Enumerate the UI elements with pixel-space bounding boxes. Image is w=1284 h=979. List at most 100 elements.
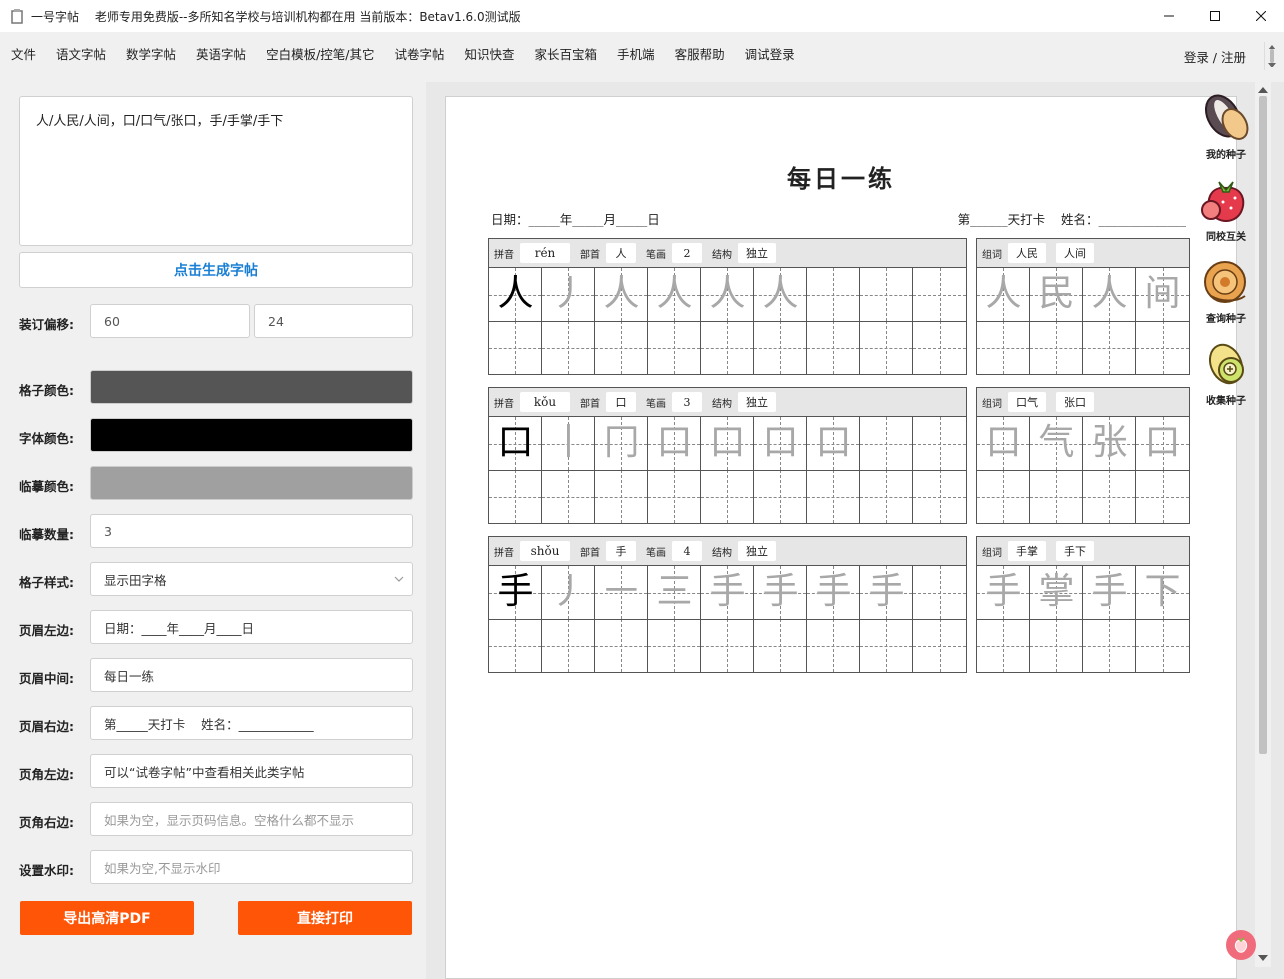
scroll-thumb[interactable] xyxy=(1259,96,1267,754)
grid-guide-v xyxy=(515,619,516,672)
maximize-button[interactable] xyxy=(1192,0,1238,32)
word-info-bar: 组词 手掌 手下 xyxy=(977,537,1189,566)
print-button[interactable]: 直接打印 xyxy=(238,901,412,935)
sunflower-seed-icon xyxy=(1204,94,1249,140)
grid-guide-v xyxy=(1109,619,1110,672)
menu-templates[interactable]: 空白模板/控笔/其它 xyxy=(266,44,374,63)
practice-char: 丨 xyxy=(550,422,587,463)
radical-label: 部首 xyxy=(580,547,600,559)
grid-guide-v xyxy=(886,268,887,321)
header-center-input[interactable]: 每日一练 xyxy=(90,658,413,692)
grid-guide-v xyxy=(1109,321,1110,374)
grid-guide-v xyxy=(1162,619,1164,672)
menu-file[interactable]: 文件 xyxy=(11,44,36,63)
binding-offset-label: 装订偏移: xyxy=(19,317,74,332)
collect-seeds-button[interactable]: 收集种子 xyxy=(1198,338,1254,407)
grid-guide-v xyxy=(886,470,887,523)
menu-mobile[interactable]: 手机端 xyxy=(617,44,655,63)
header-center-label: 页眉中间: xyxy=(19,671,74,686)
header-left-label: 页眉左边: xyxy=(19,623,74,638)
school-follow-button[interactable]: 同校互关 xyxy=(1198,174,1254,243)
menu-chinese[interactable]: 语文字帖 xyxy=(56,44,106,63)
practice-char: 手 xyxy=(815,571,852,612)
menu-math[interactable]: 数学字帖 xyxy=(126,44,176,63)
tian-grid: 口气张口 xyxy=(977,417,1189,523)
grid-color-picker[interactable] xyxy=(90,370,413,404)
practice-char: 人 xyxy=(497,273,534,314)
binding-offset-x-input[interactable]: 60 xyxy=(90,304,250,338)
strawberry-icon xyxy=(1201,181,1245,222)
grid-guide-v xyxy=(674,321,675,374)
menu-knowledge[interactable]: 知识快查 xyxy=(465,44,515,63)
word-info-bar: 组词 口气 张口 xyxy=(977,388,1189,417)
footer-right-label: 页角右边: xyxy=(19,815,74,830)
menu-exam[interactable]: 试卷字帖 xyxy=(395,44,445,63)
grid-guide-v xyxy=(674,470,675,523)
words-label: 组词 xyxy=(982,249,1002,261)
grid-guide-v xyxy=(833,470,834,523)
generate-button[interactable]: 点击生成字帖 xyxy=(19,252,413,288)
structure-label: 结构 xyxy=(712,249,732,261)
footer-right-input[interactable]: 如果为空，显示页码信息。空格什么都不显示 xyxy=(90,802,413,836)
add-seed-icon xyxy=(1208,343,1244,385)
binding-offset-y-input[interactable]: 24 xyxy=(254,304,413,338)
grid-guide-v xyxy=(1162,321,1164,374)
header-left-input[interactable]: 日期：____年____月____日 xyxy=(90,610,413,644)
minimize-button[interactable] xyxy=(1146,0,1192,32)
export-pdf-button[interactable]: 导出高清PDF xyxy=(20,901,194,935)
char-info-bar: 拼音 kǒu 部首口笔画 3 结构 独立 xyxy=(489,388,966,417)
menu-parents[interactable]: 家长百宝箱 xyxy=(535,44,598,63)
app-name: 一号字帖 xyxy=(31,9,80,24)
grid-guide-v xyxy=(621,321,622,374)
footer-left-input[interactable]: 可以“试卷字帖”中查看相关此类字帖 xyxy=(90,754,413,788)
app-logo-icon xyxy=(9,8,25,24)
practice-char: 手 xyxy=(709,571,746,612)
structure-value: 独立 xyxy=(738,392,776,412)
grid-guide-v xyxy=(886,619,887,672)
query-seeds-button[interactable]: 查询种子 xyxy=(1198,256,1254,325)
grid-guide-v xyxy=(833,268,834,321)
word-block: 组词 人民 人间人民人间 xyxy=(976,238,1190,375)
grid-guide-v xyxy=(515,470,516,523)
login-register-link[interactable]: 登录 / 注册 xyxy=(1184,47,1246,66)
practice-char: 口 xyxy=(709,422,746,463)
practice-char: 三 xyxy=(656,571,693,612)
word-info-bar: 组词 人民 人间 xyxy=(977,239,1189,268)
trace-count-input[interactable]: 3 xyxy=(90,514,413,548)
pinyin-label: 拼音 xyxy=(494,249,514,261)
strokes-value: 4 xyxy=(672,541,702,561)
content-textarea[interactable]: 人/人民/人间，口/口气/张口，手/手掌/手下 xyxy=(19,96,413,246)
practice-char: 手 xyxy=(985,571,1022,612)
tian-grid: 手丿㇐三手手手手 xyxy=(489,566,966,672)
structure-value: 独立 xyxy=(738,541,776,561)
header-right-input[interactable]: 第_____天打卡 姓名：____________ xyxy=(90,706,413,740)
practice-char: 人 xyxy=(985,273,1022,314)
menu-debug-login[interactable]: 调试登录 xyxy=(745,44,795,63)
practice-char: 手 xyxy=(762,571,799,612)
scroll-down-icon[interactable] xyxy=(1258,955,1268,963)
floating-help-button[interactable] xyxy=(1226,930,1256,960)
preview-scrollbar[interactable] xyxy=(1255,82,1271,967)
grid-guide-v xyxy=(780,470,781,523)
chevron-down-icon xyxy=(394,576,404,582)
grid-guide-v xyxy=(939,321,941,374)
grid-guide-v xyxy=(939,417,941,470)
menu-scrollbar[interactable] xyxy=(1264,42,1278,70)
tian-grid: 人丿人人人人 xyxy=(489,268,966,374)
grid-style-select[interactable]: 显示田字格 xyxy=(90,562,413,596)
maximize-icon xyxy=(1210,11,1220,21)
close-button[interactable] xyxy=(1238,0,1284,32)
trace-color-picker[interactable] xyxy=(90,466,413,500)
pinyin-label: 拼音 xyxy=(494,547,514,559)
my-seeds-button[interactable]: 我的种子 xyxy=(1198,92,1254,161)
grid-row-divider xyxy=(489,321,966,322)
grid-guide-v xyxy=(1003,619,1004,672)
structure-value: 独立 xyxy=(738,243,776,263)
grid-guide-v xyxy=(780,619,781,672)
tian-grid: 手掌手下 xyxy=(977,566,1189,672)
scroll-up-icon[interactable] xyxy=(1258,85,1268,93)
watermark-input[interactable]: 如果为空,不显示水印 xyxy=(90,850,413,884)
font-color-picker[interactable] xyxy=(90,418,413,452)
menu-help[interactable]: 客服帮助 xyxy=(675,44,725,63)
menu-english[interactable]: 英语字帖 xyxy=(196,44,246,63)
